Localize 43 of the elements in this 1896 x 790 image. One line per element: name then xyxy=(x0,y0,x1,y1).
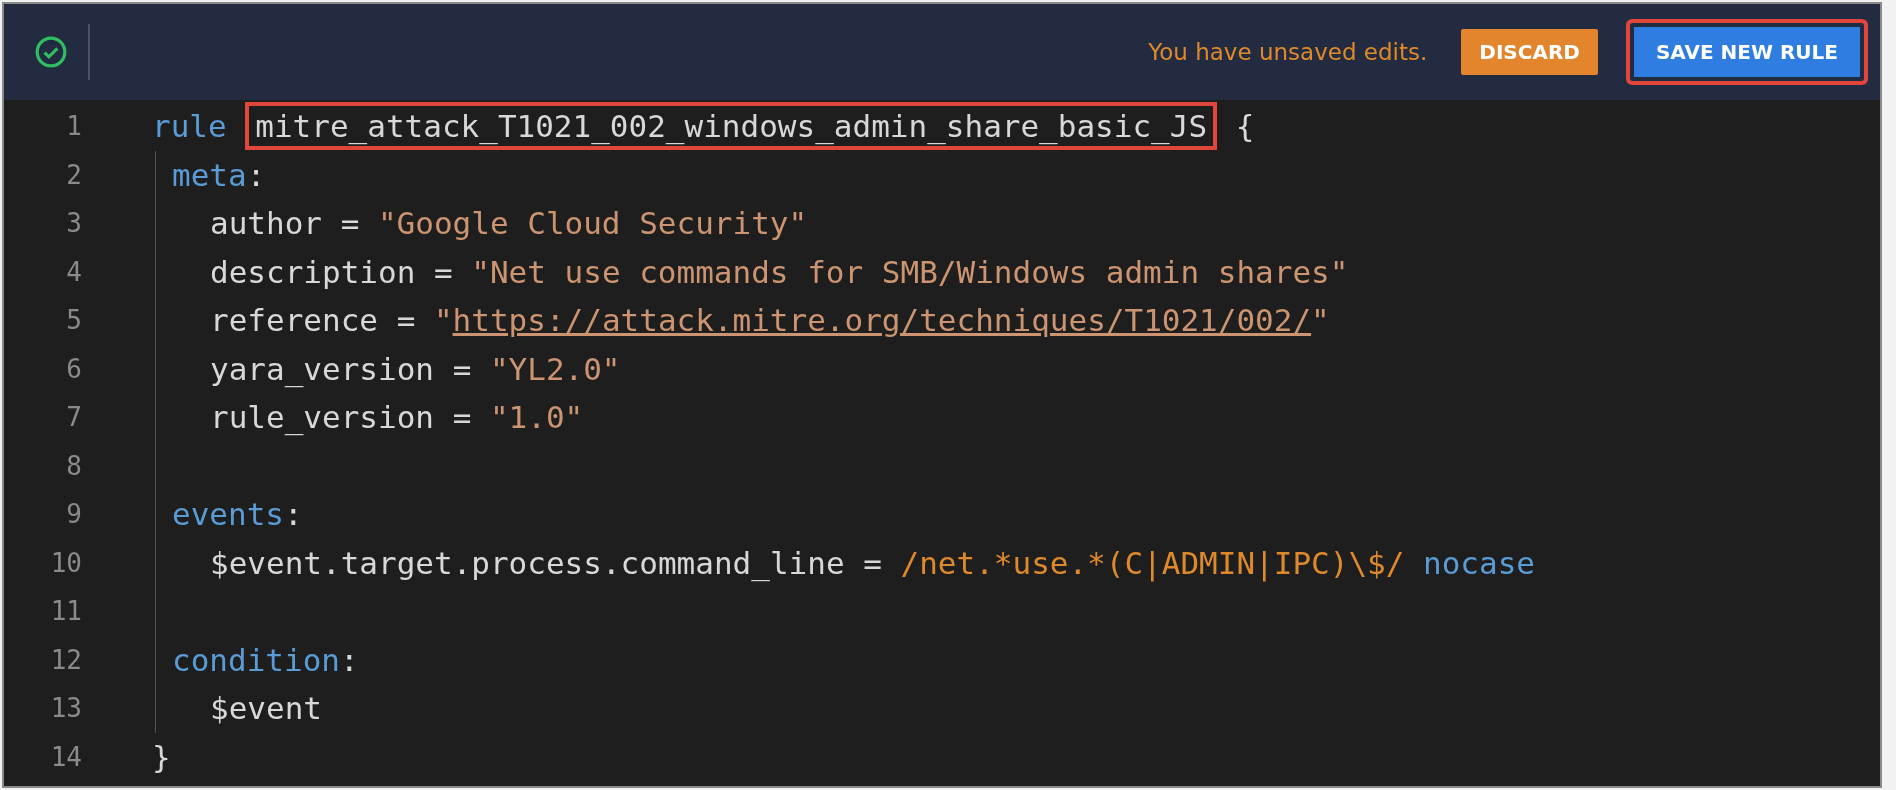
code-text: $event xyxy=(210,690,322,727)
regex-text: /net.*use.*(C|ADMIN|IPC)\$/ xyxy=(900,544,1405,581)
code-text: } xyxy=(152,738,171,775)
line-number: 1 xyxy=(65,111,83,142)
code-text: mitre_attack_T1021_002_windows_admin_share_basic_JS xyxy=(245,102,1218,151)
code-text: author = xyxy=(210,205,360,242)
keyword-text: nocase xyxy=(1423,544,1535,581)
line-number: 6 xyxy=(65,353,83,384)
line-number: 11 xyxy=(49,596,83,627)
line-number: 5 xyxy=(65,305,83,336)
code-text: : xyxy=(246,156,266,193)
code-text: reference = xyxy=(210,302,416,339)
keyword-text: rule xyxy=(152,108,227,145)
line-number: 14 xyxy=(49,741,83,772)
keyword-text: events xyxy=(172,496,284,533)
line-number: 3 xyxy=(65,208,83,239)
url-link[interactable]: https://attack.mitre.org/techniques/T1021/002/ xyxy=(452,302,1312,339)
code-text: : xyxy=(284,496,303,533)
check-circle-icon xyxy=(34,35,68,69)
code-text: description = xyxy=(210,253,453,290)
unsaved-message: You have unsaved edits. xyxy=(1148,39,1428,65)
line-number: 8 xyxy=(65,450,83,481)
string-text: "Google Cloud Security" xyxy=(377,205,808,242)
string-text: "Net use commands for SMB/Windows admin shares" xyxy=(471,253,1349,290)
code-text: : xyxy=(340,641,359,678)
line-number: 10 xyxy=(49,547,83,578)
string-text: " xyxy=(1311,302,1330,339)
save-button[interactable]: SAVE NEW RULE xyxy=(1625,19,1868,85)
line-number: 9 xyxy=(65,499,83,530)
keyword-text: condition xyxy=(172,641,340,678)
string-text: "YL2.0" xyxy=(489,350,621,387)
line-number: 12 xyxy=(49,644,83,675)
string-text: "1.0" xyxy=(489,399,584,436)
line-number: 4 xyxy=(65,256,83,287)
keyword-text: meta xyxy=(172,156,247,193)
code-text: $event.target.process.command_line = xyxy=(210,544,882,581)
code-text: { xyxy=(1235,108,1255,145)
code-text: rule_version = xyxy=(210,399,472,436)
code-text: yara_version = xyxy=(210,350,472,387)
line-number: 7 xyxy=(65,402,83,433)
line-number: 2 xyxy=(65,159,83,190)
line-number: 13 xyxy=(49,693,83,724)
string-text: " xyxy=(433,302,453,339)
